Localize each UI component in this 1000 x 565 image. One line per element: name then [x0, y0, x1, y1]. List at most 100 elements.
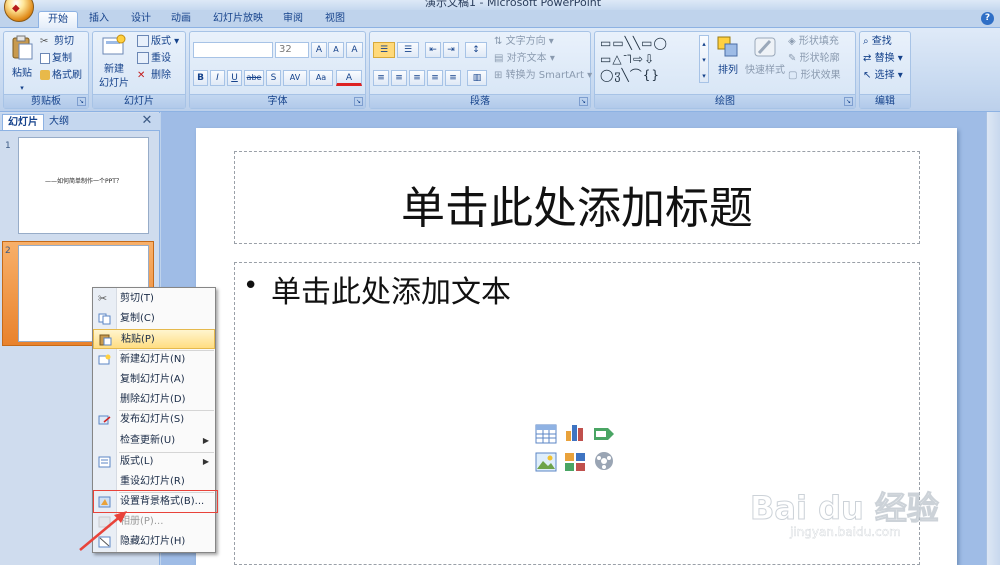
menu-item-duplicate-slide[interactable]: 复制幻灯片(A) [93, 370, 215, 390]
close-icon[interactable]: ✕ [140, 114, 154, 128]
font-color-button[interactable]: A [336, 70, 362, 86]
paste-button[interactable]: 粘贴 ▾ [8, 34, 36, 92]
justify-button[interactable]: ≡ [427, 70, 443, 86]
shadow-button[interactable]: S [266, 70, 281, 86]
shapes-gallery[interactable]: ▭▭╲╲▭◯ ▭△˥˥⇨⇩ ◯ჳ╲⌒{} [600, 35, 700, 87]
columns-icon: ▥ [472, 73, 482, 83]
align-center-button[interactable]: ≡ [391, 70, 407, 86]
columns-button[interactable]: ▥ [467, 70, 487, 86]
menu-item-reset-slide-label: 重设幻灯片(R) [120, 476, 185, 487]
new-slide-icon [98, 354, 111, 366]
arrange-button[interactable]: 排列 [713, 35, 743, 87]
quick-styles-icon [754, 37, 776, 57]
line-spacing-button[interactable]: ↕ [465, 42, 487, 58]
drawing-launcher-icon[interactable]: ↘ [844, 97, 853, 106]
copy-button[interactable]: 复制 [40, 52, 72, 66]
shapes-row-1: ▭▭╲╲▭◯ [600, 36, 668, 50]
insert-clipart-icon[interactable] [564, 452, 586, 472]
new-slide-button[interactable]: 新建 幻灯片 [96, 34, 132, 92]
quick-styles-button[interactable]: 快速样式 [745, 35, 785, 87]
bullets-button[interactable]: ☰ [373, 42, 395, 58]
menu-item-check-updates[interactable]: 检查更新(U) ▶ [93, 431, 215, 451]
tab-design[interactable]: 设计 [126, 11, 156, 28]
title-placeholder[interactable]: 单击此处添加标题 [234, 151, 920, 244]
shape-effects-button[interactable]: ▢ 形状效果 [788, 69, 841, 83]
tab-insert[interactable]: 插入 [84, 11, 114, 28]
menu-item-copy[interactable]: 复制(C) [93, 309, 215, 329]
ribbon-tab-bar: 开始 插入 设计 动画 幻灯片放映 审阅 视图 [0, 10, 1000, 28]
reset-icon [137, 52, 149, 64]
shape-outline-button[interactable]: ✎ 形状轮廓 [788, 52, 840, 66]
insert-media-icon[interactable] [593, 451, 615, 471]
tab-slideshow[interactable]: 幻灯片放映 [208, 11, 268, 28]
menu-item-new-slide[interactable]: 新建幻灯片(N) [93, 350, 215, 370]
menu-item-copy-label: 复制(C) [120, 313, 155, 324]
numbering-button[interactable]: ☰ [397, 42, 419, 58]
slide-thumbnail-1[interactable]: ——如何简单制作一个PPT？ [18, 137, 149, 234]
convert-smartart-button[interactable]: ⊞ 转换为 SmartArt ▾ [494, 69, 592, 83]
new-slide-label-1: 新建 [104, 64, 124, 75]
menu-item-cut[interactable]: ✂ 剪切(T) [93, 289, 215, 309]
delete-slide-button[interactable]: ✕ 删除 [137, 69, 171, 83]
menu-item-paste[interactable]: 粘贴(P) [93, 329, 215, 349]
align-left-button[interactable]: ≡ [373, 70, 389, 86]
shapes-scroll[interactable]: ▴ ▾ ▾ [699, 35, 709, 83]
shrink-font-button[interactable]: A [328, 42, 344, 58]
align-right-button[interactable]: ≡ [409, 70, 425, 86]
insert-picture-icon[interactable] [535, 452, 557, 472]
find-button[interactable]: ⌕ 查找 [863, 35, 892, 49]
replace-button[interactable]: ⇄ 替换 ▾ [863, 52, 903, 66]
paste-icon [99, 334, 112, 346]
menu-item-publish-slides[interactable]: 发布幻灯片(S) [93, 410, 215, 430]
insert-chart-icon[interactable] [564, 422, 586, 442]
shape-fill-button[interactable]: ◈ 形状填充 [788, 35, 839, 49]
menu-item-reset-slide[interactable]: 重设幻灯片(R) [93, 472, 215, 492]
menu-item-delete-slide[interactable]: 删除幻灯片(D) [93, 390, 215, 410]
tab-review[interactable]: 审阅 [278, 11, 308, 28]
clear-format-button[interactable]: A [346, 42, 363, 58]
title-bar: 演示文稿1 - Microsoft PowerPoint [0, 0, 1000, 10]
increase-indent-button[interactable]: ⇥ [443, 42, 459, 58]
submenu-arrow-icon: ▶ [202, 436, 209, 445]
menu-item-layout[interactable]: 版式(L) ▶ [93, 452, 215, 472]
layout-label: 版式 [151, 36, 171, 47]
char-spacing-button[interactable]: AV [283, 70, 307, 86]
bold-button[interactable]: B [193, 70, 208, 86]
tab-slides[interactable]: 幻灯片 [2, 114, 44, 130]
underline-button[interactable]: U [227, 70, 242, 86]
format-painter-button[interactable]: 格式刷 [40, 69, 82, 83]
clipboard-launcher-icon[interactable]: ↘ [77, 97, 86, 106]
tab-view[interactable]: 视图 [320, 11, 350, 28]
tab-home[interactable]: 开始 [38, 11, 78, 28]
paragraph-launcher-icon[interactable]: ↘ [579, 97, 588, 106]
layout-button[interactable]: 版式 ▾ [137, 35, 179, 49]
font-name-combo[interactable] [193, 42, 273, 58]
decrease-indent-button[interactable]: ⇤ [425, 42, 441, 58]
grow-font-button[interactable]: A [311, 42, 327, 58]
baidu-watermark: Bai du 经验 jingyan.baidu.com [750, 455, 990, 560]
reset-button[interactable]: 重设 [137, 52, 171, 66]
strikethrough-button[interactable]: abe [244, 70, 264, 86]
arrange-icon [717, 36, 738, 57]
copy-label: 复制 [52, 53, 72, 64]
text-direction-button[interactable]: ⇅ 文字方向 ▾ [494, 35, 554, 49]
distribute-button[interactable]: ≡ [445, 70, 461, 86]
align-text-button[interactable]: ▤ 对齐文本 ▾ [494, 52, 555, 66]
slide-thumbnail-1-text: ——如何简单制作一个PPT？ [45, 178, 122, 185]
tab-outline[interactable]: 大纲 [44, 114, 74, 130]
help-icon[interactable]: ? [981, 12, 994, 25]
justify-icon: ≡ [431, 73, 439, 83]
select-button[interactable]: ↖ 选择 ▾ [863, 69, 903, 83]
insert-smartart-icon[interactable] [593, 424, 615, 444]
insert-table-icon[interactable] [535, 424, 557, 444]
change-case-button[interactable]: Aa [309, 70, 333, 86]
font-launcher-icon[interactable]: ↘ [354, 97, 363, 106]
cut-button[interactable]: ✂ 剪切 [40, 35, 74, 49]
align-text-icon: ▤ [494, 53, 504, 64]
paste-dropdown-icon[interactable]: ▾ [8, 81, 36, 95]
italic-button[interactable]: I [210, 70, 225, 86]
tab-animations[interactable]: 动画 [166, 11, 196, 28]
cut-label: 剪切 [54, 36, 74, 47]
font-size-combo[interactable]: 32 [275, 42, 309, 58]
numbering-icon: ☰ [403, 45, 413, 55]
